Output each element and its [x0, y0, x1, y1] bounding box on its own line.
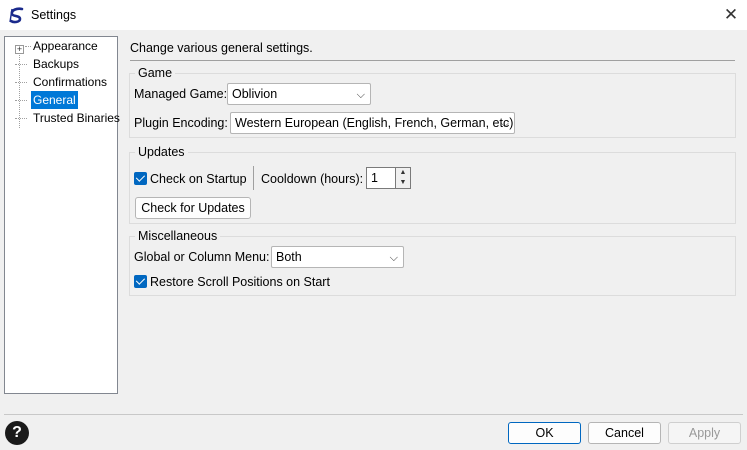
divider: [130, 60, 735, 61]
plugin-encoding-label: Plugin Encoding:: [134, 116, 228, 130]
tree-item-label: Trusted Binaries: [33, 111, 120, 125]
chevron-down-icon: ⌵: [389, 252, 398, 264]
title-bar: Settings ✕: [0, 0, 747, 30]
cooldown-value: 1: [371, 171, 378, 185]
managed-game-select[interactable]: Oblivion ⌵: [227, 83, 371, 105]
close-icon[interactable]: ✕: [720, 4, 742, 26]
menu-type-label: Global or Column Menu:: [134, 250, 270, 264]
tree-item-appearance[interactable]: Appearance: [5, 37, 117, 55]
game-group-title: Game: [135, 66, 176, 80]
tree-item-label: General: [31, 91, 78, 109]
tree-item-confirmations[interactable]: Confirmations: [5, 73, 117, 91]
help-icon[interactable]: ?: [5, 421, 29, 445]
check-on-startup-checkbox[interactable]: [134, 172, 147, 185]
app-logo-icon: [8, 7, 25, 24]
plugin-encoding-value: Western European (English, French, Germa…: [235, 116, 514, 130]
menu-type-value: Both: [276, 250, 302, 264]
tree-item-general[interactable]: General: [5, 91, 117, 109]
managed-game-value: Oblivion: [232, 87, 278, 101]
plugin-encoding-select[interactable]: Western European (English, French, Germa…: [230, 112, 515, 134]
apply-button[interactable]: Apply: [668, 422, 741, 444]
miscellaneous-group-title: Miscellaneous: [135, 229, 221, 243]
check-for-updates-button[interactable]: Check for Updates: [135, 197, 251, 219]
managed-game-label: Managed Game:: [134, 87, 228, 101]
tree-item-label: Appearance: [33, 39, 98, 53]
tree-item-backups[interactable]: Backups: [5, 55, 117, 73]
cooldown-stepper[interactable]: ▲ ▼: [396, 167, 411, 189]
separator: [253, 166, 254, 190]
tree-item-trusted-binaries[interactable]: Trusted Binaries: [5, 109, 120, 127]
cooldown-input[interactable]: 1: [366, 167, 396, 189]
cancel-button[interactable]: Cancel: [588, 422, 661, 444]
menu-type-select[interactable]: Both ⌵: [271, 246, 404, 268]
restore-scroll-checkbox[interactable]: [134, 275, 147, 288]
chevron-down-icon: ⌵: [500, 118, 509, 130]
restore-scroll-label: Restore Scroll Positions on Start: [150, 275, 330, 289]
footer-divider: [4, 414, 743, 415]
updates-group-title: Updates: [135, 145, 188, 159]
ok-button[interactable]: OK: [508, 422, 581, 444]
check-on-startup-label: Check on Startup: [150, 172, 247, 186]
tree-item-label: Backups: [33, 57, 80, 71]
settings-tree: + Appearance Backups Confirmations Gener…: [4, 36, 120, 394]
tree-item-label: Confirmations: [33, 75, 108, 89]
page-description: Change various general settings.: [130, 41, 313, 55]
cooldown-label: Cooldown (hours):: [261, 172, 364, 186]
spin-up-icon[interactable]: ▲: [396, 168, 410, 178]
spin-down-icon[interactable]: ▼: [396, 178, 410, 188]
chevron-down-icon: ⌵: [356, 89, 365, 101]
window-title: Settings: [31, 8, 77, 22]
